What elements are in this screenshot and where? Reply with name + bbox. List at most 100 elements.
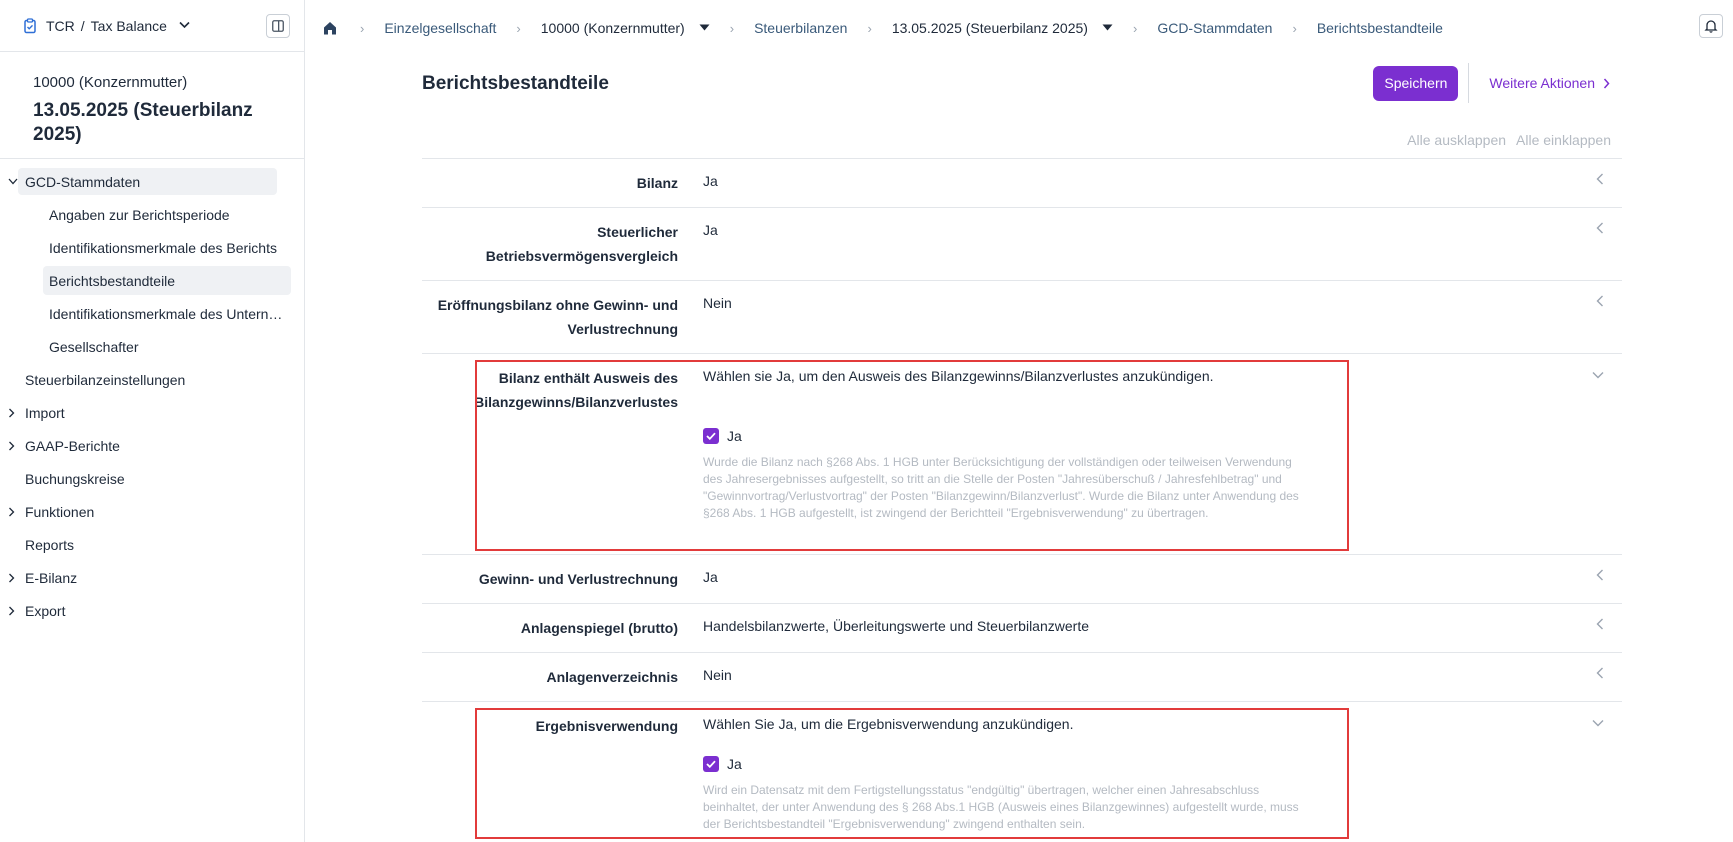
sidebar-item-label: Steuerbilanzeinstellungen	[25, 371, 186, 388]
sidebar-item-label: GCD-Stammdaten	[25, 173, 141, 190]
page-actions: Speichern Weitere Aktionen	[1373, 63, 1622, 103]
breadcrumb-item-label: 13.05.2025 (Steuerbilanz 2025)	[891, 20, 1088, 36]
more-actions-link[interactable]: Weitere Aktionen	[1489, 75, 1610, 91]
chevron-right-icon	[1603, 78, 1610, 88]
bell-icon	[1704, 20, 1718, 33]
sidebar-item-identifikation-unternehmen[interactable]: Identifikationsmerkmale des Untern…	[0, 297, 290, 330]
row-value: Ja	[703, 569, 718, 585]
sidebar-item-reports[interactable]: Reports	[0, 528, 304, 561]
sidebar-toggle-button[interactable]	[266, 13, 290, 38]
sidebar-item-berichtsbestandteile[interactable]: Berichtsbestandteile	[43, 266, 291, 295]
chevron-left-icon[interactable]	[1596, 568, 1604, 584]
sidebar-item-label: Import	[25, 404, 65, 421]
app-title: TCR	[46, 17, 75, 34]
row-label: Gewinn- und Verlustrechnung	[478, 571, 678, 587]
report-components-list: Bilanz Ja Steuerlicher Betriebsvermögens…	[422, 158, 1622, 842]
sidebar-item-label: Buchungskreise	[25, 470, 125, 487]
chevron-right-icon[interactable]	[8, 429, 15, 462]
sidebar-item-label: Export	[25, 602, 66, 619]
list-item[interactable]: Anlagenverzeichnis Nein	[422, 653, 1622, 702]
collapse-all-button[interactable]: Alle einklappen	[1516, 132, 1611, 148]
chevron-right-icon: ›	[1132, 20, 1138, 36]
chevron-right-icon: ›	[360, 20, 365, 36]
app-switcher[interactable]: TCR / Tax Balance	[46, 18, 190, 34]
sidebar-item-buchungskreise[interactable]: Buchungskreise	[0, 462, 304, 495]
sidebar-entity: 10000 (Konzernmutter)	[33, 74, 188, 91]
chevron-left-icon[interactable]	[1596, 617, 1604, 633]
sidebar-item-identifikation-bericht[interactable]: Identifikationsmerkmale des Berichts	[0, 231, 290, 264]
panel-icon	[272, 19, 284, 32]
sidebar-item-funktionen[interactable]: Funktionen	[0, 495, 304, 528]
notifications-button[interactable]	[1699, 14, 1723, 38]
sidebar-period: 13.05.2025 (Steuerbilanz 2025)	[33, 100, 253, 145]
caret-down-icon[interactable]	[1102, 23, 1113, 34]
breadcrumb-item[interactable]: Einzelgesellschaft	[384, 20, 496, 36]
chevron-left-icon[interactable]	[1596, 172, 1604, 188]
sidebar-item-export[interactable]: Export	[0, 594, 304, 627]
sidebar: TCR / Tax Balance 10000 (Konzernmutter) …	[0, 0, 305, 842]
sidebar-item-gcd-stammdaten[interactable]: GCD-Stammdaten	[8, 168, 277, 195]
chevron-right-icon[interactable]	[8, 561, 15, 594]
list-item[interactable]: Gewinn- und Verlustrechnung Ja	[422, 555, 1622, 604]
sidebar-item-gaap-berichte[interactable]: GAAP-Berichte	[0, 429, 304, 462]
chevron-left-icon[interactable]	[1596, 221, 1604, 237]
sidebar-item-steuerbilanzeinstellungen[interactable]: Steuerbilanzeinstellungen	[0, 363, 304, 396]
breadcrumb-item-label: 10000 (Konzernmutter)	[540, 20, 685, 36]
breadcrumb: › Einzelgesellschaft › 10000 (Konzernmut…	[306, 0, 1733, 56]
sidebar-item-label: E-Bilanz	[25, 569, 78, 586]
list-item-expanded[interactable]: Ergebnisverwendung Wählen Sie Ja, um die…	[422, 702, 1622, 842]
sidebar-item-label: GAAP-Berichte	[25, 437, 120, 454]
chevron-down-icon[interactable]	[1592, 368, 1604, 382]
chevron-right-icon: ›	[516, 20, 521, 36]
list-item[interactable]: Steuerlicher Betriebsvermögensvergleich …	[422, 208, 1622, 281]
row-label: Bilanz	[636, 175, 678, 191]
list-item[interactable]: Anlagenspiegel (brutto) Handelsbilanzwer…	[422, 604, 1622, 653]
row-value: Ja	[703, 173, 718, 189]
chevron-down-icon[interactable]	[8, 168, 18, 195]
sidebar-item-gesellschafter[interactable]: Gesellschafter	[0, 330, 290, 363]
chevron-right-icon: ›	[729, 20, 735, 36]
row-label: Steuerlicher Betriebsvermögensvergleich	[485, 224, 678, 264]
chevron-down-icon	[179, 20, 190, 32]
expand-controls: Alle ausklappen Alle einklappen	[422, 110, 1622, 158]
sidebar-nav: GCD-Stammdaten Angaben zur Berichtsperio…	[0, 159, 304, 627]
expand-all-button[interactable]: Alle ausklappen	[1407, 132, 1506, 148]
breadcrumb-item[interactable]: 13.05.2025 (Steuerbilanz 2025)	[892, 20, 1113, 36]
sidebar-item-e-bilanz[interactable]: E-Bilanz	[0, 561, 304, 594]
row-value: Ja	[703, 222, 718, 238]
chevron-left-icon[interactable]	[1596, 666, 1604, 682]
chevron-right-icon[interactable]	[8, 594, 15, 627]
breadcrumb-item[interactable]: Steuerbilanzen	[754, 20, 847, 36]
save-button[interactable]: Speichern	[1373, 65, 1459, 101]
breadcrumb-item[interactable]: GCD-Stammdaten	[1157, 20, 1272, 36]
page-header: Berichtsbestandteile Speichern Weitere A…	[422, 56, 1622, 110]
list-item-expanded[interactable]: Bilanz enthält Ausweis des Bilanzgewinns…	[422, 354, 1622, 555]
more-actions-label: Weitere Aktionen	[1489, 75, 1595, 91]
chevron-right-icon: ›	[1292, 20, 1297, 36]
row-label: Anlagenspiegel (brutto)	[520, 620, 678, 636]
row-value: Nein	[703, 295, 732, 311]
sidebar-item-label: Funktionen	[25, 503, 95, 520]
chevron-right-icon: ›	[867, 20, 872, 36]
breadcrumb-item[interactable]: 10000 (Konzernmutter)	[541, 20, 710, 36]
row-label: Eröffnungsbilanz ohne Gewinn- und Verlus…	[437, 297, 678, 337]
highlight-box	[475, 360, 1349, 551]
sidebar-context: 10000 (Konzernmutter) 13.05.2025 (Steuer…	[0, 52, 304, 147]
chevron-down-icon[interactable]	[1592, 716, 1604, 730]
list-item[interactable]: Bilanz Ja	[422, 159, 1622, 208]
page-title: Berichtsbestandteile	[422, 73, 609, 94]
row-value: Nein	[703, 667, 732, 683]
sidebar-item-import[interactable]: Import	[0, 396, 304, 429]
home-icon[interactable]	[322, 19, 340, 37]
caret-down-icon[interactable]	[699, 23, 710, 34]
sidebar-header: TCR / Tax Balance	[0, 0, 304, 52]
app-subtitle: Tax Balance	[90, 17, 167, 34]
chevron-left-icon[interactable]	[1596, 294, 1604, 310]
chevron-right-icon[interactable]	[8, 396, 15, 429]
divider	[1468, 63, 1470, 103]
sidebar-item-angaben-berichtsperiode[interactable]: Angaben zur Berichtsperiode	[0, 198, 290, 231]
chevron-right-icon[interactable]	[8, 495, 15, 528]
highlight-box	[475, 708, 1349, 839]
list-item[interactable]: Eröffnungsbilanz ohne Gewinn- und Verlus…	[422, 281, 1622, 354]
breadcrumb-item-current: Berichtsbestandteile	[1316, 20, 1443, 36]
